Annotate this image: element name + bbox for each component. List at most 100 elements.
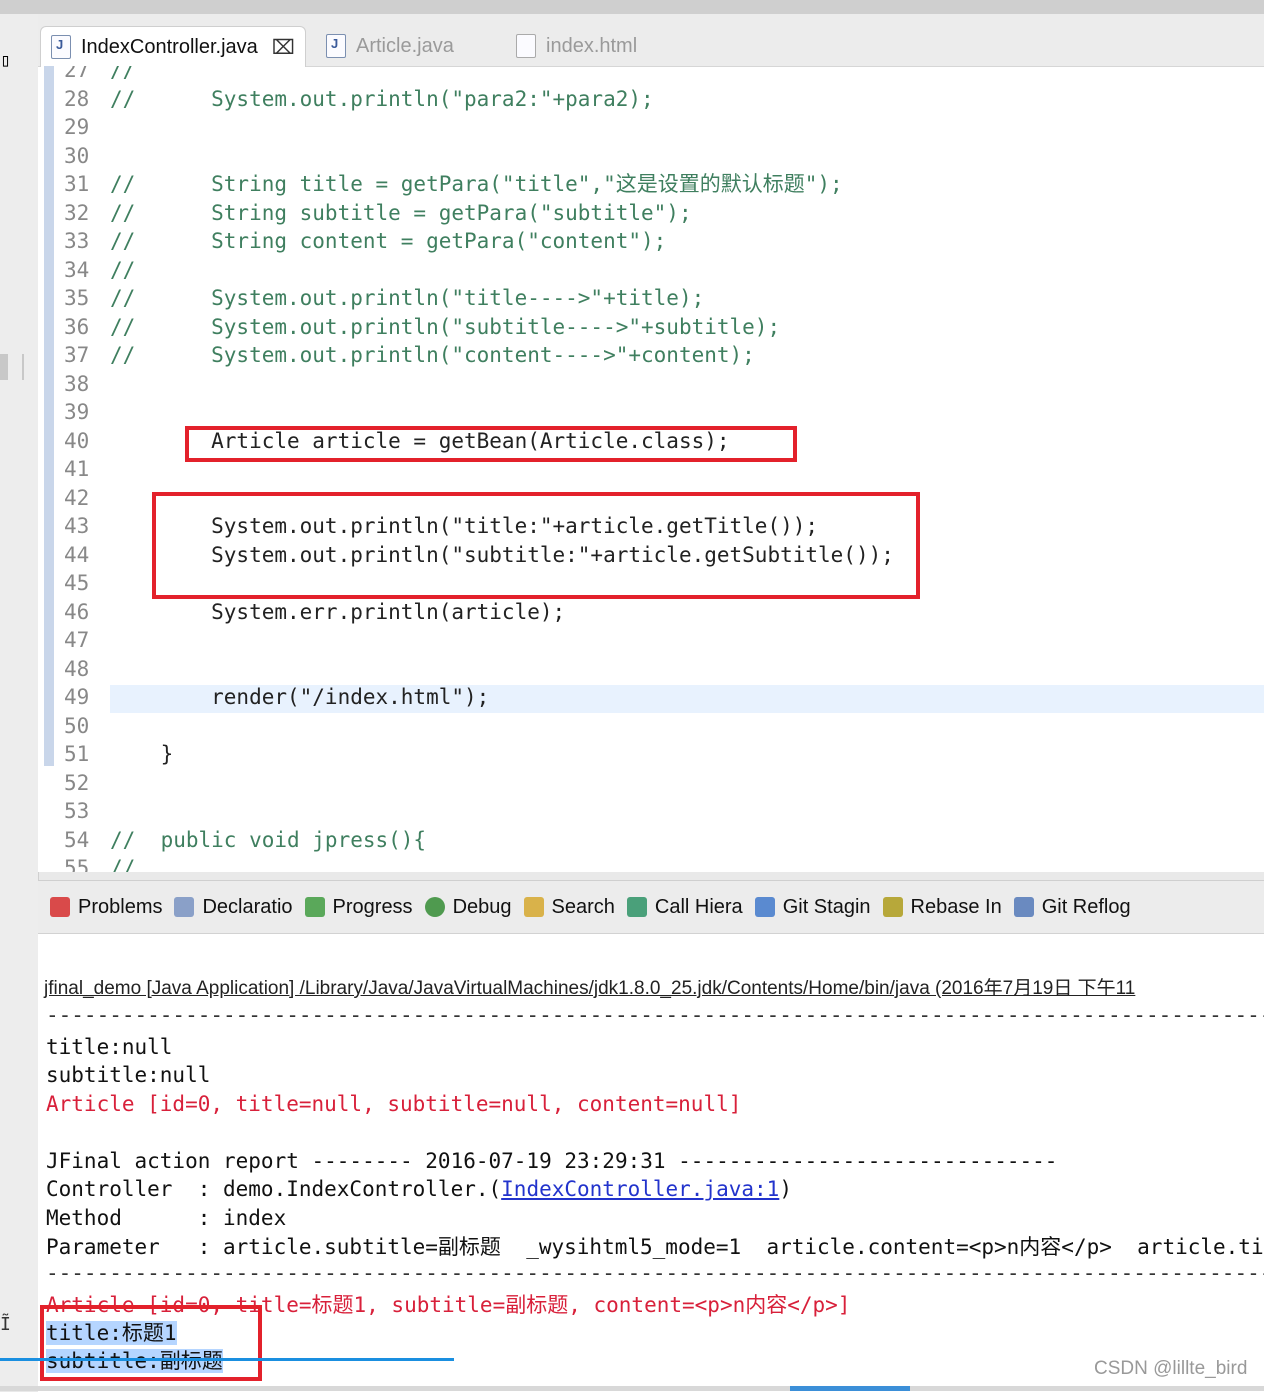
tab-problems[interactable]: Problems xyxy=(50,896,162,919)
side-scroll-mark[interactable] xyxy=(0,354,8,380)
tab-article[interactable]: Article.java xyxy=(326,26,454,66)
left-side-panel: ▯ Ĩ xyxy=(0,14,39,1391)
console-line: Controller : demo.IndexController.(Index… xyxy=(46,1177,792,1201)
bottom-strip xyxy=(0,1386,1264,1391)
view-tab-bar: Problems Declaratio Progress Debug Searc… xyxy=(38,881,1264,934)
line-number: 48 xyxy=(64,656,90,681)
code-text: // xyxy=(110,66,136,82)
console-line: Parameter : article.subtitle=副标题 _wysiht… xyxy=(46,1235,1264,1259)
line-number: 42 xyxy=(64,485,90,510)
html-file-icon xyxy=(516,34,536,58)
code-text: } xyxy=(110,742,174,766)
line-number: 51 xyxy=(64,742,90,766)
tab-indexcontroller[interactable]: IndexController.java ⌧ xyxy=(40,26,306,67)
console-error-line: Article [id=0, title=null, subtitle=null… xyxy=(46,1092,742,1116)
line-number: 55 xyxy=(64,856,90,872)
bottom-accent xyxy=(790,1386,910,1391)
tab-call-hierarchy[interactable]: Call Hiera xyxy=(626,896,743,919)
progress-bar xyxy=(0,1358,454,1361)
line-number: 30 xyxy=(64,143,90,168)
git-staging-icon xyxy=(754,897,775,917)
line-number: 32 xyxy=(64,200,90,225)
code-area[interactable]: 27 // 28 // System.out.println("para2:"+par… xyxy=(38,66,1264,872)
line-number: 44 xyxy=(64,542,90,567)
bottom-panel: Problems Declaratio Progress Debug Searc… xyxy=(38,880,1264,1392)
watermark-text: CSDN @lillte_bird xyxy=(1094,1358,1248,1379)
declaration-icon xyxy=(174,897,195,917)
code-text: render("/index.html"); xyxy=(110,685,490,709)
line-number: 43 xyxy=(64,514,90,538)
problems-icon xyxy=(50,897,70,917)
line-number: 39 xyxy=(64,400,90,424)
line-number: 54 xyxy=(64,827,90,852)
console-output[interactable]: jfinal_demo [Java Application] /Library/… xyxy=(38,933,1264,1392)
tab-debug[interactable]: Debug xyxy=(424,896,512,919)
code-text: // String title = getPara("title","这是设置的… xyxy=(110,172,843,196)
java-file-icon xyxy=(326,34,346,58)
line-number: 41 xyxy=(64,457,90,481)
java-file-icon xyxy=(51,35,71,59)
code-text: // System.out.println("para2:"+para2); xyxy=(110,86,654,111)
progress-icon xyxy=(304,897,325,917)
call-hierarchy-icon xyxy=(626,897,647,917)
tab-label: index.html xyxy=(546,34,638,57)
tab-progress[interactable]: Progress xyxy=(304,896,413,919)
code-text: // String content = getPara("content"); xyxy=(110,229,667,253)
code-text: // xyxy=(110,257,136,282)
console-line: subtitle:null xyxy=(46,1063,211,1087)
console-separator: ----------------------------------------… xyxy=(46,1261,1264,1285)
console-line: title:null xyxy=(46,1035,173,1059)
line-number: 37 xyxy=(64,343,90,367)
line-number: 34 xyxy=(64,257,90,282)
console-line: JFinal action report -------- 2016-07-19… xyxy=(46,1149,1058,1173)
line-number: 35 xyxy=(64,286,90,310)
line-number: 38 xyxy=(64,371,90,396)
line-number: 46 xyxy=(64,599,90,624)
highlight-box-console xyxy=(40,1305,262,1381)
tab-declaration[interactable]: Declaratio xyxy=(174,896,293,919)
code-text: // System.out.println("title---->"+title… xyxy=(110,286,705,310)
code-text: // public void jpress(){ xyxy=(110,827,427,852)
tab-label: IndexController.java xyxy=(81,35,258,58)
tab-rebase-interactive[interactable]: Rebase In xyxy=(882,896,1002,919)
editor-tab-bar: IndexController.java ⌧ Article.java inde… xyxy=(38,14,1264,67)
side-panel-edge-icon: ▯ xyxy=(0,50,11,71)
code-text: // System.out.println("subtitle---->"+su… xyxy=(110,314,781,339)
line-number: 45 xyxy=(64,571,90,595)
tab-git-staging[interactable]: Git Stagin xyxy=(754,896,871,919)
tab-search[interactable]: Search xyxy=(523,896,615,919)
side-panel-edge-icon-2: Ĩ xyxy=(0,1314,11,1335)
highlight-box-getbean xyxy=(185,426,797,462)
line-number: 33 xyxy=(64,229,90,253)
side-divider xyxy=(22,354,24,380)
highlight-box-println xyxy=(152,492,920,599)
line-number: 27 xyxy=(64,66,90,82)
rebase-icon xyxy=(882,897,903,917)
close-tab-icon[interactable]: ⌧ xyxy=(272,35,295,60)
line-number: 31 xyxy=(64,172,90,196)
console-line: Method : index xyxy=(46,1206,287,1230)
debug-icon xyxy=(424,897,445,917)
line-number: 52 xyxy=(64,770,90,795)
search-icon xyxy=(523,897,544,917)
line-number: 36 xyxy=(64,314,90,339)
code-text: // String subtitle = getPara("subtitle")… xyxy=(110,200,692,225)
source-link[interactable]: IndexController.java:1 xyxy=(501,1177,779,1201)
line-number: 28 xyxy=(64,86,90,111)
line-number: 49 xyxy=(64,685,90,709)
change-ruler xyxy=(44,66,54,766)
code-text: System.err.println(article); xyxy=(110,599,566,624)
code-text: // xyxy=(110,856,136,872)
line-number: 29 xyxy=(64,115,90,139)
tab-git-reflog[interactable]: Git Reflog xyxy=(1013,896,1131,919)
window-top-strip xyxy=(0,0,1264,15)
code-text: // System.out.println("content---->"+con… xyxy=(110,343,755,367)
line-number: 53 xyxy=(64,799,90,823)
git-reflog-icon xyxy=(1013,897,1034,917)
line-number: 40 xyxy=(64,428,90,453)
line-number: 47 xyxy=(64,628,90,652)
console-separator: ----------------------------------------… xyxy=(46,1003,1264,1027)
line-number: 50 xyxy=(64,713,90,738)
tab-label: Article.java xyxy=(356,34,454,57)
tab-index-html[interactable]: index.html xyxy=(516,26,637,66)
